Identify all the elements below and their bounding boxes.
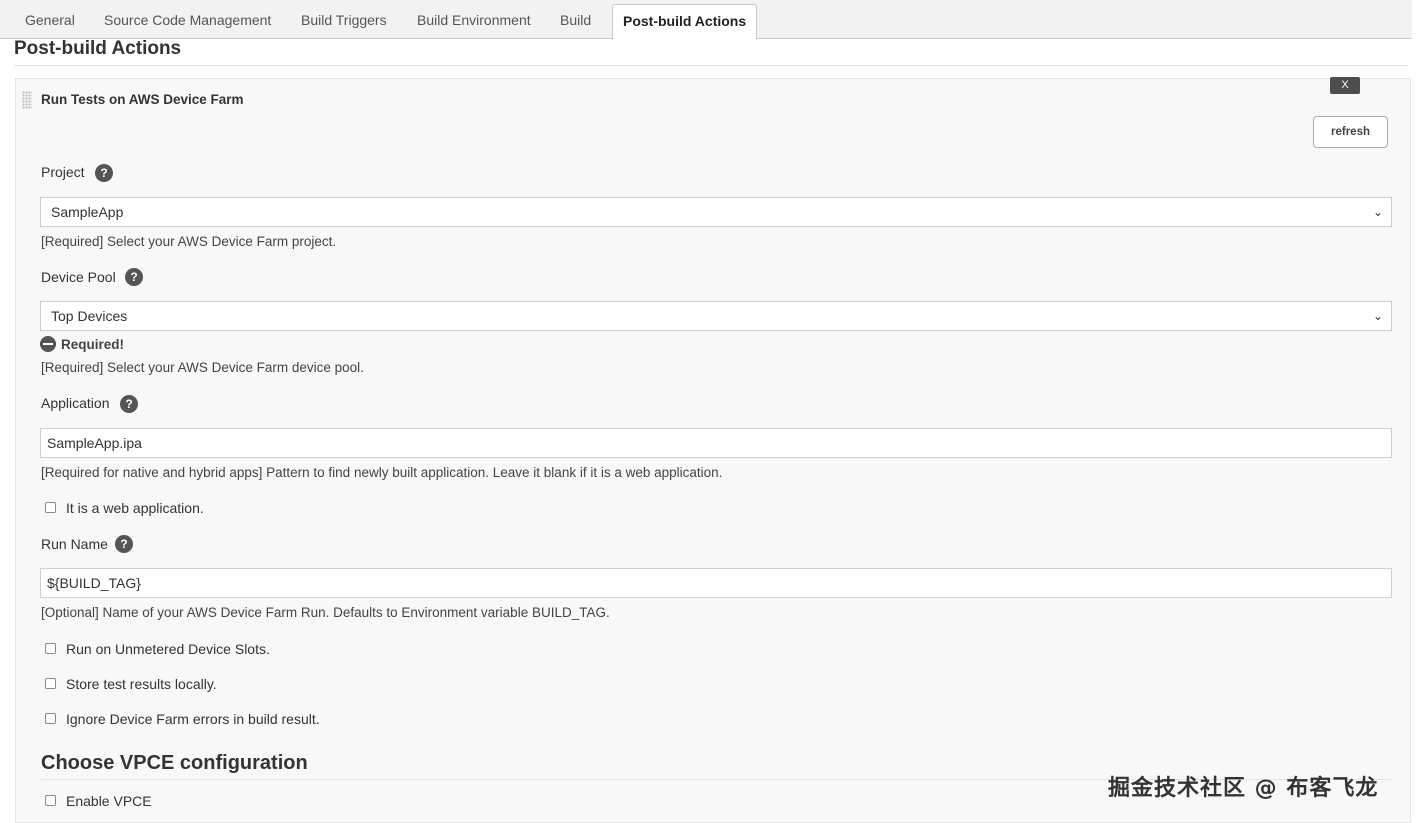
enable-vpce-checkbox[interactable] (45, 795, 56, 806)
device-pool-help-icon[interactable]: ? (125, 268, 143, 286)
device-pool-error: Required! (61, 337, 125, 352)
project-label: Project (41, 164, 85, 180)
drag-handle-icon[interactable] (22, 91, 32, 109)
unmetered-slots-checkbox[interactable] (45, 643, 56, 654)
delete-step-button[interactable]: X (1330, 77, 1360, 94)
chevron-down-icon: ⌄ (1372, 309, 1383, 323)
refresh-button[interactable]: refresh (1313, 116, 1388, 148)
chevron-down-icon: ⌄ (1372, 205, 1383, 219)
tab-post-build-actions[interactable]: Post-build Actions (612, 4, 758, 40)
ignore-errors-checkbox[interactable] (45, 713, 56, 724)
watermark: 掘金技术社区 @ 布客飞龙 (1108, 776, 1379, 801)
application-help-icon[interactable]: ? (120, 395, 138, 413)
project-select[interactable]: SampleApp ⌄ (40, 197, 1392, 227)
section-divider (14, 65, 1408, 66)
project-description: [Required] Select your AWS Device Farm p… (41, 234, 337, 249)
application-input[interactable]: SampleApp.ipa (40, 428, 1392, 458)
device-pool-label: Device Pool (41, 269, 116, 285)
tab-build[interactable]: Build (560, 0, 591, 39)
device-pool-description: [Required] Select your AWS Device Farm d… (41, 360, 364, 375)
unmetered-slots-label[interactable]: Run on Unmetered Device Slots. (66, 641, 270, 657)
minus-circle-icon (40, 336, 56, 352)
application-label: Application (41, 395, 110, 411)
run-name-help-icon[interactable]: ? (115, 535, 133, 553)
project-select-value: SampleApp (51, 204, 124, 220)
ignore-errors-label[interactable]: Ignore Device Farm errors in build resul… (66, 711, 320, 727)
enable-vpce-label[interactable]: Enable VPCE (66, 793, 152, 809)
store-results-label[interactable]: Store test results locally. (66, 676, 217, 692)
web-application-checkbox[interactable] (45, 502, 56, 513)
device-pool-select-value: Top Devices (51, 308, 128, 324)
project-help-icon[interactable]: ? (95, 164, 113, 182)
step-title: Run Tests on AWS Device Farm (41, 92, 244, 107)
web-application-checkbox-label[interactable]: It is a web application. (66, 500, 204, 516)
section-title: Post-build Actions (14, 38, 182, 59)
tab-source-code-management[interactable]: Source Code Management (104, 0, 271, 39)
store-results-checkbox[interactable] (45, 678, 56, 689)
run-name-description: [Optional] Name of your AWS Device Farm … (41, 605, 610, 620)
tab-general[interactable]: General (25, 0, 75, 39)
vpce-heading: Choose VPCE configuration (41, 752, 308, 774)
tab-build-triggers[interactable]: Build Triggers (301, 0, 387, 39)
run-name-label: Run Name (41, 536, 108, 552)
run-name-input[interactable]: ${BUILD_TAG} (40, 568, 1392, 598)
tab-build-environment[interactable]: Build Environment (417, 0, 531, 39)
tab-bar: General Source Code Management Build Tri… (0, 0, 1412, 40)
device-pool-select[interactable]: Top Devices ⌄ (40, 301, 1392, 331)
application-description: [Required for native and hybrid apps] Pa… (41, 465, 723, 480)
